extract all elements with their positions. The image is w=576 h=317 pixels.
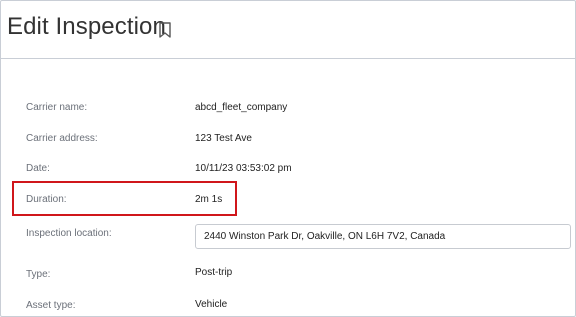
carrier-name-value: abcd_fleet_company <box>195 102 288 113</box>
bookmark-icon[interactable] <box>157 21 173 39</box>
panel-header: Edit Inspection <box>1 1 575 59</box>
asset-type-label: Asset type: <box>26 300 76 311</box>
page-title: Edit Inspection <box>7 13 166 40</box>
carrier-address-label: Carrier address: <box>26 133 98 144</box>
date-label: Date: <box>26 163 50 174</box>
duration-label: Duration: <box>26 194 67 205</box>
edit-inspection-panel: Edit Inspection Carrier name: abcd_fleet… <box>0 0 576 317</box>
asset-type-value: Vehicle <box>195 299 228 310</box>
inspection-location-input[interactable] <box>195 224 571 249</box>
date-value: 10/11/23 03:53:02 pm <box>195 163 292 174</box>
inspection-location-label: Inspection location: <box>26 228 112 239</box>
carrier-address-value: 123 Test Ave <box>195 133 252 144</box>
carrier-name-label: Carrier name: <box>26 102 88 113</box>
duration-value: 2m 1s <box>195 194 223 205</box>
type-label: Type: <box>26 269 51 280</box>
type-value: Post-trip <box>195 267 233 278</box>
